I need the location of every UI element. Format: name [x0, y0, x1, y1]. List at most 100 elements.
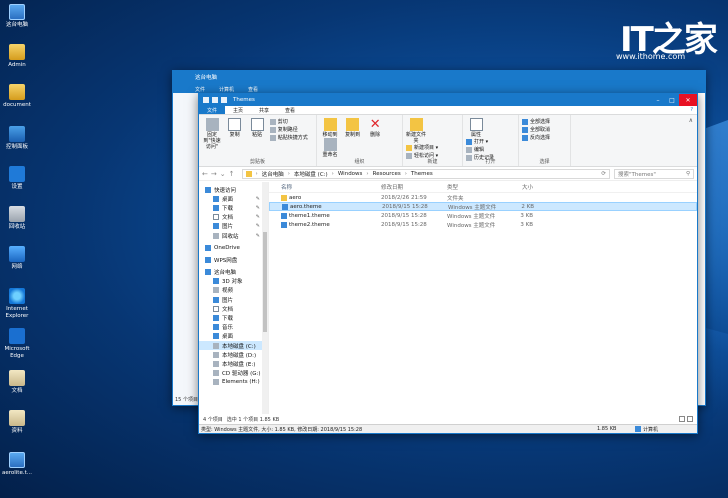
desktop-icon[interactable]: Internet Explorer: [0, 288, 34, 320]
copy-path-button[interactable]: 复制路径: [269, 126, 308, 134]
search-input[interactable]: 搜索"Themes" ⚲: [614, 168, 694, 179]
nav-item[interactable]: 桌面: [199, 332, 268, 341]
desktop-icon[interactable]: 回收站: [0, 206, 34, 231]
open-button[interactable]: 打开 ▾: [466, 138, 494, 146]
crumb-c-drive[interactable]: 本地磁盘 (C:): [294, 170, 328, 178]
tab-view[interactable]: 查看: [277, 106, 303, 114]
desktop-icon[interactable]: Microsoft Edge: [0, 328, 34, 360]
nav-item[interactable]: 本地磁盘 (C:): [199, 341, 268, 351]
nav-item[interactable]: 下载: [199, 313, 268, 322]
cut-button[interactable]: 剪切: [269, 118, 308, 126]
maximize-button[interactable]: □: [665, 94, 679, 106]
file-row[interactable]: aero.theme 2018/9/15 15:28 Windows 主题文件 2 K…: [269, 202, 697, 211]
desktop-icon[interactable]: 网络: [0, 246, 34, 271]
nav-scrollbar[interactable]: [262, 182, 268, 414]
delete-x-icon: ✕: [369, 117, 381, 132]
column-size[interactable]: 大小: [503, 183, 533, 191]
copy-to-button[interactable]: 复制到: [343, 118, 363, 138]
back-tab-file[interactable]: 文件: [195, 86, 205, 93]
select-none-button[interactable]: 全部取消: [522, 126, 550, 134]
back-arrow-icon[interactable]: ←: [202, 170, 208, 178]
forward-arrow-icon[interactable]: →: [211, 170, 217, 178]
nav-item[interactable]: 3D 对象: [199, 277, 268, 286]
themes-explorer-window[interactable]: Themes – □ ✕ 文件 主页 共享 查看 ? 固定到"快速访问" 复制 …: [198, 93, 698, 434]
rename-button[interactable]: 重命名: [320, 138, 340, 158]
properties-button[interactable]: 属性: [466, 118, 486, 138]
recent-dropdown-icon[interactable]: ⌄: [220, 170, 226, 178]
paste-button[interactable]: 粘贴: [247, 118, 267, 138]
delete-button[interactable]: ✕ 删除: [365, 118, 385, 138]
nav-item[interactable]: 回收站 ✎: [199, 231, 268, 240]
nav-item[interactable]: 音乐: [199, 323, 268, 332]
nav-scrollbar-thumb[interactable]: [263, 232, 267, 332]
new-item-icon: [406, 145, 412, 151]
back-window-titlebar[interactable]: 这台电脑: [173, 71, 705, 83]
back-tab-computer[interactable]: 计算机: [219, 86, 234, 93]
back-tab-view[interactable]: 查看: [248, 86, 258, 93]
nav-item[interactable]: 这台电脑: [199, 268, 268, 277]
nav-item[interactable]: 下载 ✎: [199, 203, 268, 212]
tab-share[interactable]: 共享: [251, 106, 277, 114]
copy-button[interactable]: 复制: [225, 118, 245, 138]
ribbon: 固定到"快速访问" 复制 粘贴 剪切 复制路径 粘贴快捷方式 剪贴板 移动到 复…: [199, 115, 697, 167]
titlebar[interactable]: Themes – □ ✕: [199, 94, 697, 106]
crumb-this-pc[interactable]: 这台电脑: [262, 170, 284, 178]
pin-quick-access-button[interactable]: 固定到"快速访问": [202, 118, 222, 150]
desktop-icon[interactable]: 控制面板: [0, 126, 34, 151]
desktop-icon[interactable]: document: [0, 84, 34, 109]
large-icons-view-icon[interactable]: [687, 416, 693, 422]
column-type[interactable]: 类型: [447, 183, 503, 191]
desktop-icon[interactable]: Admin: [0, 44, 34, 69]
details-view-icon[interactable]: [679, 416, 685, 422]
new-folder-icon[interactable]: [221, 97, 227, 103]
nav-item[interactable]: 文档: [199, 304, 268, 313]
pin-icon: ✎: [255, 232, 260, 239]
new-folder-button[interactable]: 新建文件夹: [406, 118, 426, 144]
file-row[interactable]: theme2.theme 2018/9/15 15:28 Windows 主题文件 3…: [269, 220, 697, 229]
up-arrow-icon[interactable]: ↑: [229, 170, 235, 178]
invert-selection-button[interactable]: 反向选择: [522, 134, 550, 142]
nav-item-label: CD 驱动器 (G:): [222, 371, 261, 378]
select-all-icon: [522, 119, 528, 125]
nav-item[interactable]: Elements (H:): [199, 378, 268, 387]
move-to-button[interactable]: 移动到: [320, 118, 340, 138]
nav-item[interactable]: 本地磁盘 (E:): [199, 359, 268, 368]
nav-item[interactable]: 本地磁盘 (D:): [199, 350, 268, 359]
close-button[interactable]: ✕: [679, 94, 697, 106]
tab-home[interactable]: 主页: [225, 106, 251, 114]
file-row[interactable]: theme1.theme 2018/9/15 15:28 Windows 主题文件 3…: [269, 211, 697, 220]
nav-item[interactable]: 图片 ✎: [199, 222, 268, 231]
details-bar: 类型: Windows 主题文件, 大小: 1.85 KB, 修改日期: 201…: [199, 424, 697, 433]
minimize-button[interactable]: –: [651, 94, 665, 106]
nav-item[interactable]: WPS网盘: [199, 255, 268, 264]
crumb-windows[interactable]: Windows: [338, 171, 363, 177]
nav-item[interactable]: 图片: [199, 295, 268, 304]
settings-icon: [9, 166, 25, 182]
nav-item[interactable]: 视频: [199, 286, 268, 295]
breadcrumb[interactable]: › 这台电脑 › 本地磁盘 (C:) › Windows › Resources › Th…: [241, 168, 610, 179]
desktop-icon[interactable]: 这台电脑: [0, 4, 34, 29]
desktop-icon[interactable]: 设置: [0, 166, 34, 191]
save-icon[interactable]: [212, 97, 218, 103]
desktop-icon[interactable]: aerolite.t...: [0, 452, 34, 477]
nav-item[interactable]: 快速访问: [199, 185, 268, 194]
tab-file[interactable]: 文件: [199, 106, 226, 114]
nav-item[interactable]: 文档 ✎: [199, 213, 268, 222]
paste-shortcut-button[interactable]: 粘贴快捷方式: [269, 134, 308, 142]
crumb-themes[interactable]: Themes: [411, 171, 433, 177]
column-name[interactable]: 名称: [281, 183, 381, 191]
crumb-resources[interactable]: Resources: [373, 171, 401, 177]
file-row[interactable]: aero 2018/2/26 21:59 文件夹: [269, 193, 697, 202]
new-item-button[interactable]: 新建项目 ▾: [406, 144, 438, 152]
column-date[interactable]: 修改日期: [381, 183, 447, 191]
collapse-ribbon-icon[interactable]: ∧: [689, 117, 693, 124]
select-all-button[interactable]: 全部选择: [522, 118, 550, 126]
edit-button[interactable]: 编辑: [466, 146, 494, 154]
nav-item[interactable]: CD 驱动器 (G:): [199, 369, 268, 378]
nav-item[interactable]: 桌面 ✎: [199, 194, 268, 203]
desktop-icon[interactable]: 资料: [0, 410, 34, 435]
nav-item[interactable]: OneDrive: [199, 243, 268, 252]
refresh-icon[interactable]: ⟳: [601, 171, 606, 177]
help-icon[interactable]: ?: [682, 106, 697, 114]
desktop-icon[interactable]: 文档: [0, 370, 34, 395]
